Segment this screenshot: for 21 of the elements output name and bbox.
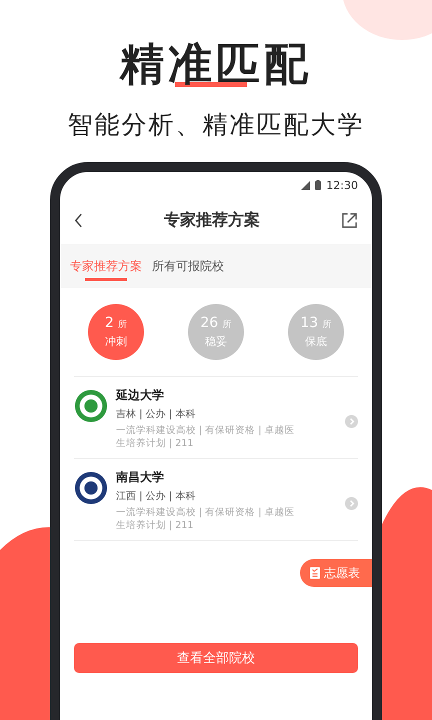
subtitle: 智能分析、精准匹配大学	[68, 109, 364, 141]
category-circle[interactable]: 2 所 冲刺	[88, 304, 144, 360]
view-all-button[interactable]: 查看全部院校	[74, 643, 358, 673]
share-icon[interactable]	[341, 212, 358, 228]
category-circle[interactable]: 26 所 稳妥	[188, 304, 244, 360]
signal-icon	[301, 180, 310, 190]
school-meta: 吉林 | 公办 | 本科	[116, 408, 196, 421]
battery-icon	[315, 180, 322, 190]
school-name: 延边大学	[116, 387, 165, 404]
status-time: 12:30	[326, 178, 358, 192]
school-tags: 一流学科建设高校 | 有保研资格 | 卓越医生培养计划 | 211	[116, 506, 302, 532]
checklist-icon	[310, 567, 320, 579]
school-meta: 江西 | 公办 | 本科	[116, 490, 196, 503]
category-circle[interactable]: 13 所 保底	[288, 304, 344, 360]
school-name: 南昌大学	[116, 469, 165, 486]
page-title: 专家推荐方案	[164, 210, 260, 230]
school-tags: 一流学科建设高校 | 有保研资格 | 卓越医生培养计划 | 211	[116, 424, 302, 450]
back-icon[interactable]	[74, 212, 83, 228]
tab[interactable]: 所有可报院校	[152, 252, 224, 280]
headline: 精准匹配	[120, 38, 312, 92]
wishlist-button[interactable]: 志愿表	[300, 559, 372, 587]
